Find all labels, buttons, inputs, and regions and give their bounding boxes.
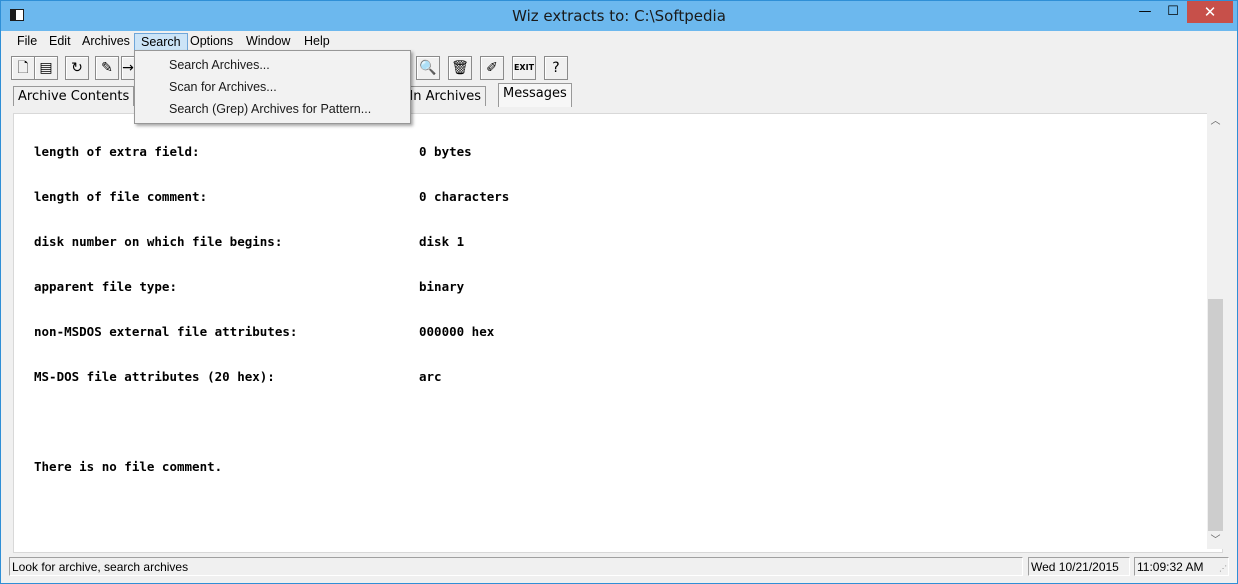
message-value: 0 bytes [419,144,472,159]
message-row: length of file comment: 0 characters [34,189,509,204]
help-icon[interactable]: ? [544,56,568,80]
message-lines: length of extra field: 0 bytes length of … [34,114,509,504]
extract-icon[interactable]: ↻ [65,56,89,80]
search-menu-dropdown: Search Archives... Scan for Archives... … [134,50,411,124]
message-row: disk number on which file begins: disk 1 [34,234,464,249]
app-window: Wiz extracts to: C:\Softpedia — ☐ ✕ File… [0,0,1238,584]
message-key: length of extra field: [34,144,200,159]
message-value: 000000 hex [419,324,495,339]
vertical-scrollbar[interactable]: ︿ ﹀ [1207,113,1224,549]
open-archive-icon[interactable]: ▤ [34,56,58,80]
minimize-button[interactable]: — [1131,1,1159,23]
tab-messages[interactable]: Messages [498,83,572,107]
maximize-button[interactable]: ☐ [1159,1,1187,23]
blank-row [34,414,79,429]
menu-archives[interactable]: Archives [76,33,136,51]
message-key: disk number on which file begins: [34,234,283,249]
menu-window[interactable]: Window [240,33,296,51]
message-row: apparent file type: binary [34,279,464,294]
edit-icon[interactable]: ✐ [480,56,504,80]
message-key: non-MSDOS external file attributes: [34,324,298,339]
scroll-up-icon[interactable]: ︿ [1207,113,1224,130]
new-file-icon[interactable]: 🗋 [11,56,35,80]
status-bar: Look for archive, search archives Wed 10… [9,557,1231,577]
message-row: There is no file comment. [34,459,222,474]
menu-search[interactable]: Search [134,33,188,51]
messages-pane[interactable]: length of extra field: 0 bytes length of … [13,113,1223,553]
menu-help[interactable]: Help [298,33,336,51]
message-key: MS-DOS file attributes (20 hex): [34,369,275,384]
menu-edit[interactable]: Edit [43,33,77,51]
resize-grip-icon[interactable]: ⋰ [1219,564,1229,574]
search-icon[interactable]: 🔍 [416,56,440,80]
menu-file[interactable]: File [11,33,43,51]
title-bar[interactable]: Wiz extracts to: C:\Softpedia — ☐ ✕ [1,1,1237,31]
scroll-thumb[interactable] [1208,299,1223,531]
scroll-down-icon[interactable]: ﹀ [1207,532,1224,549]
file-comment-text: There is no file comment. [34,459,223,474]
menu-bar: File Edit Archives Search Options Window… [9,31,1231,51]
message-row: non-MSDOS external file attributes: 00000… [34,324,494,339]
message-value: binary [419,279,465,294]
menu-item-search-archives[interactable]: Search Archives... [169,55,270,75]
message-key: length of file comment: [34,189,208,204]
message-value: arc [419,369,442,384]
close-button[interactable]: ✕ [1187,1,1233,23]
message-row: length of extra field: 0 bytes [34,144,472,159]
message-key: apparent file type: [34,279,177,294]
message-row: MS-DOS file attributes (20 hex): arc [34,369,442,384]
status-time: 11:09:32 AM [1134,557,1229,576]
status-message: Look for archive, search archives [9,557,1023,576]
exit-icon[interactable]: EXIT [512,56,536,80]
extract-dir-icon[interactable]: ✎ [95,56,119,80]
move-icon[interactable]: → [121,56,135,80]
window-title: Wiz extracts to: C:\Softpedia [512,7,726,25]
status-date: Wed 10/21/2015 [1028,557,1130,576]
trash-icon[interactable]: 🗑 [448,56,472,80]
menu-item-scan-for-archives[interactable]: Scan for Archives... [169,77,277,97]
message-value: 0 characters [419,189,510,204]
menu-item-grep-archives[interactable]: Search (Grep) Archives for Pattern... [169,99,371,119]
menu-options[interactable]: Options [184,33,239,51]
tab-archive-contents[interactable]: Archive Contents [13,86,135,106]
message-value: disk 1 [419,234,465,249]
